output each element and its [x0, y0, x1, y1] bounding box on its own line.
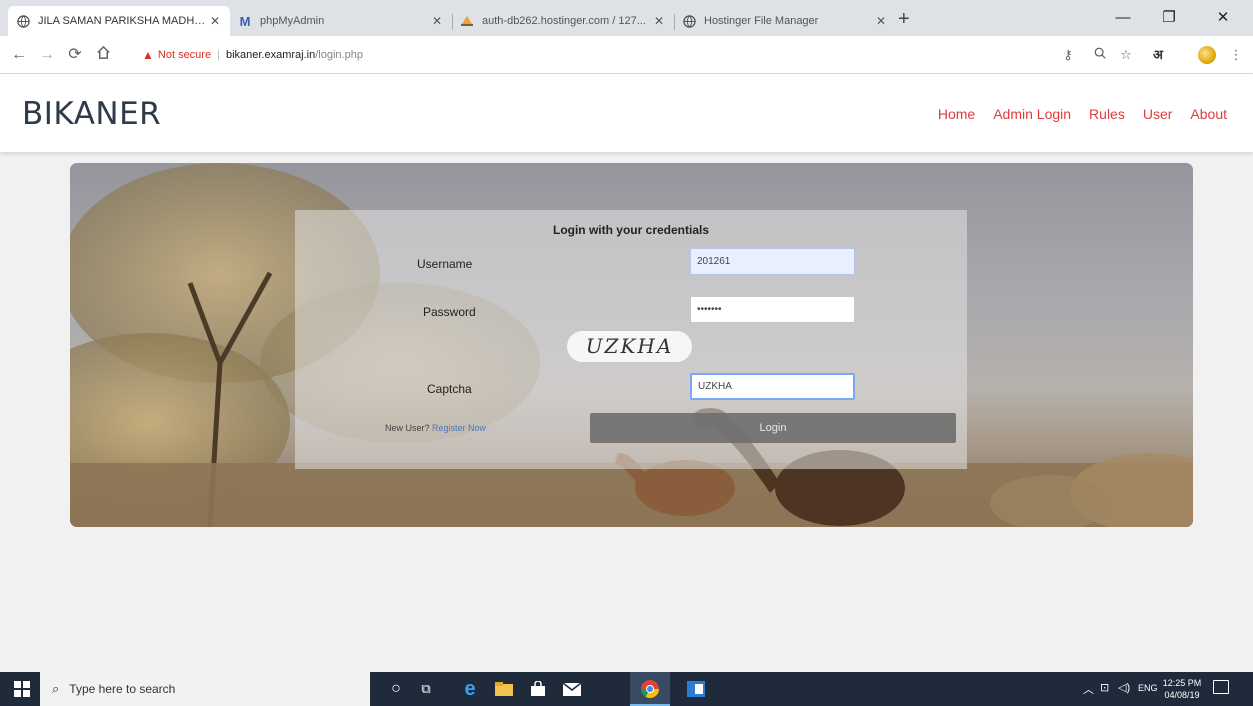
minimize-icon[interactable]: —: [1100, 6, 1146, 30]
store-icon[interactable]: [526, 677, 550, 701]
tab-title: JILA SAMAN PARIKSHA MADHY...: [38, 15, 208, 27]
profile-avatar-icon[interactable]: [1198, 46, 1216, 64]
clock-date: 04/08/19: [1164, 690, 1200, 700]
volume-icon[interactable]: ◁): [1118, 681, 1130, 694]
hero-background: Login with your credentials Username Pas…: [70, 163, 1193, 527]
task-view-icon[interactable]: ⧉: [414, 677, 438, 701]
captcha-input[interactable]: [690, 373, 855, 400]
sailboat-icon: [460, 14, 474, 28]
password-label: Password: [423, 305, 476, 319]
taskbar-search[interactable]: ⌕ Type here to search: [40, 672, 370, 706]
url-path: /login.php: [315, 49, 363, 61]
main-nav: Home Admin Login Rules User About: [938, 106, 1227, 122]
tab-title: auth-db262.hostinger.com / 127...: [482, 15, 646, 27]
key-icon[interactable]: ⚷: [1058, 45, 1078, 65]
address-divider: |: [217, 49, 220, 61]
username-input[interactable]: [690, 248, 855, 275]
site-brand[interactable]: BIKANER: [22, 96, 161, 132]
browser-tab-bar: JILA SAMAN PARIKSHA MADHY... ✕ M phpMyAd…: [0, 0, 1253, 36]
captcha-label: Captcha: [427, 382, 472, 396]
tab-close-icon[interactable]: ✕: [430, 14, 444, 28]
reload-icon[interactable]: ⟳: [64, 45, 86, 65]
language-indicator[interactable]: ENG: [1138, 683, 1158, 693]
tab-title: phpMyAdmin: [260, 15, 325, 27]
globe-icon: [16, 14, 30, 28]
chrome-icon[interactable]: [638, 677, 662, 701]
file-explorer-icon[interactable]: [492, 677, 516, 701]
windows-start-icon[interactable]: [14, 681, 30, 697]
menu-dots-icon[interactable]: ⋮: [1226, 45, 1246, 65]
tab-close-icon[interactable]: ✕: [874, 14, 888, 28]
windows-taskbar: ⌕ Type here to search ○ ⧉ e ︿ ⊡ ◁) ENG 1…: [0, 672, 1253, 706]
tray-chevron-icon[interactable]: ︿: [1083, 681, 1094, 697]
restore-icon[interactable]: ❐: [1146, 6, 1192, 30]
notification-icon[interactable]: [1213, 680, 1229, 694]
nav-home[interactable]: Home: [938, 106, 975, 122]
back-arrow-icon[interactable]: ←: [8, 45, 30, 65]
browser-toolbar: ← → ⟳ ▲ Not secure | bikaner.examraj.in /…: [0, 36, 1253, 74]
new-user-label: New User?: [385, 423, 430, 433]
cortana-icon[interactable]: ○: [384, 677, 408, 701]
login-button[interactable]: Login: [590, 413, 956, 443]
tab-close-icon[interactable]: ✕: [208, 14, 222, 28]
bookmark-star-icon[interactable]: ☆: [1116, 45, 1136, 65]
url-host: bikaner.examraj.in: [225, 49, 316, 61]
globe-icon: [682, 14, 696, 28]
browser-tab-exam[interactable]: JILA SAMAN PARIKSHA MADHY... ✕: [8, 6, 230, 36]
forward-arrow-icon[interactable]: →: [36, 45, 58, 65]
new-user-text: New User? Register Now: [385, 423, 486, 433]
browser-tab-phpmyadmin[interactable]: M phpMyAdmin ✕: [230, 6, 452, 36]
site-header: BIKANER Home Admin Login Rules User Abou…: [0, 74, 1253, 152]
password-input[interactable]: [690, 296, 855, 323]
tab-title: Hostinger File Manager: [704, 15, 819, 27]
window-close-icon[interactable]: ✕: [1200, 6, 1246, 30]
network-icon[interactable]: ⊡: [1100, 681, 1109, 694]
edge-browser-icon[interactable]: e: [458, 677, 482, 701]
browser-tab-file-manager[interactable]: Hostinger File Manager ✕: [674, 6, 896, 36]
new-tab-button[interactable]: +: [898, 9, 910, 29]
login-title: Login with your credentials: [552, 223, 710, 237]
warning-triangle-icon: ▲: [142, 48, 154, 62]
clock-time: 12:25 PM: [1162, 678, 1202, 688]
search-icon: ⌕: [52, 681, 60, 696]
nav-user[interactable]: User: [1143, 106, 1173, 122]
nav-rules[interactable]: Rules: [1089, 106, 1125, 122]
app-icon[interactable]: [684, 677, 708, 701]
browser-tab-hostinger-db[interactable]: auth-db262.hostinger.com / 127... ✕: [452, 6, 674, 36]
nav-about[interactable]: About: [1190, 106, 1227, 122]
taskbar-clock[interactable]: 12:25 PM 04/08/19: [1160, 677, 1204, 701]
captcha-image: UZKHA: [567, 331, 692, 362]
login-panel: Login with your credentials Username Pas…: [295, 210, 967, 469]
security-label[interactable]: Not secure: [158, 49, 211, 61]
username-label: Username: [417, 257, 473, 271]
address-bar[interactable]: ▲ Not secure | bikaner.examraj.in/login.…: [142, 42, 1042, 68]
translate-extension-icon[interactable]: अ: [1148, 45, 1168, 65]
phpmyadmin-icon: M: [239, 13, 251, 29]
register-link[interactable]: Register Now: [432, 423, 486, 433]
zoom-icon[interactable]: [1090, 45, 1110, 65]
home-icon[interactable]: [92, 45, 114, 65]
mail-icon[interactable]: [560, 677, 584, 701]
nav-admin-login[interactable]: Admin Login: [993, 106, 1071, 122]
taskbar-search-placeholder: Type here to search: [69, 682, 176, 696]
tab-close-icon[interactable]: ✕: [652, 14, 666, 28]
